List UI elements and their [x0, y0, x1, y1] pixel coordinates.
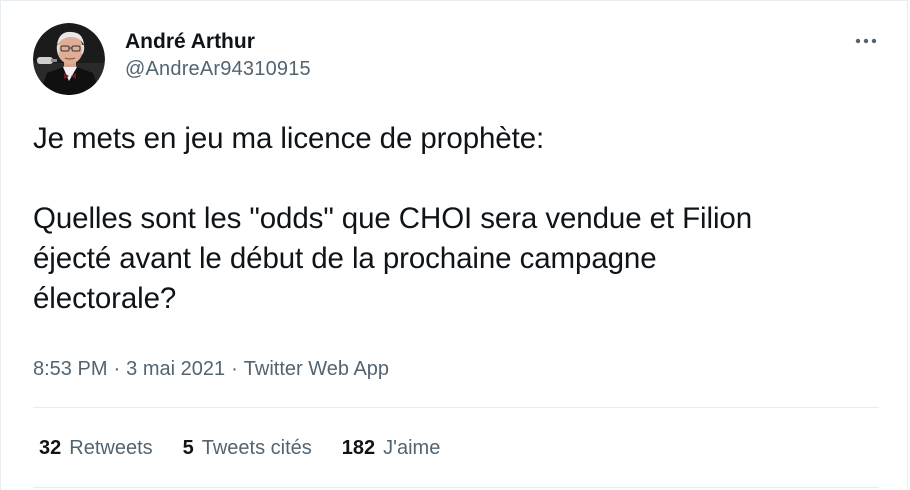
divider [33, 407, 879, 408]
tweet-stats: 32 Retweets 5 Tweets cités 182 J'aime [39, 435, 470, 461]
more-options-button[interactable] [853, 31, 879, 51]
likes-stat[interactable]: 182 J'aime [342, 435, 441, 461]
author-display-name[interactable]: André Arthur [125, 28, 311, 56]
more-horizontal-icon [855, 38, 877, 44]
quote-tweets-label: Tweets cités [201, 437, 312, 459]
tweet-source[interactable]: Twitter Web App [244, 356, 389, 382]
retweets-count: 32 [39, 437, 62, 459]
meta-separator: · [231, 358, 238, 380]
retweets-stat[interactable]: 32 Retweets [39, 435, 153, 461]
divider [33, 487, 879, 488]
likes-label: J'aime [383, 437, 441, 459]
tweet-text: Je mets en jeu ma licence de prophète: Q… [33, 122, 753, 315]
retweets-label: Retweets [69, 437, 153, 459]
profile-photo-icon [33, 23, 105, 95]
tweet-time[interactable]: 8:53 PM [33, 356, 107, 382]
quote-tweets-count: 5 [182, 437, 194, 459]
tweet-card: André Arthur @AndreAr94310915 Je mets en… [0, 0, 908, 490]
tweet-meta: 8:53 PM · 3 mai 2021 · Twitter Web App [33, 356, 389, 382]
tweet-date[interactable]: 3 mai 2021 [126, 356, 225, 382]
tweet-header: André Arthur @AndreAr94310915 [33, 23, 311, 95]
quote-tweets-stat[interactable]: 5 Tweets cités [183, 435, 312, 461]
author-handle[interactable]: @AndreAr94310915 [125, 56, 311, 82]
avatar[interactable] [33, 23, 105, 95]
meta-separator: · [113, 358, 121, 380]
likes-count: 182 [341, 437, 376, 459]
user-info: André Arthur @AndreAr94310915 [125, 28, 311, 82]
